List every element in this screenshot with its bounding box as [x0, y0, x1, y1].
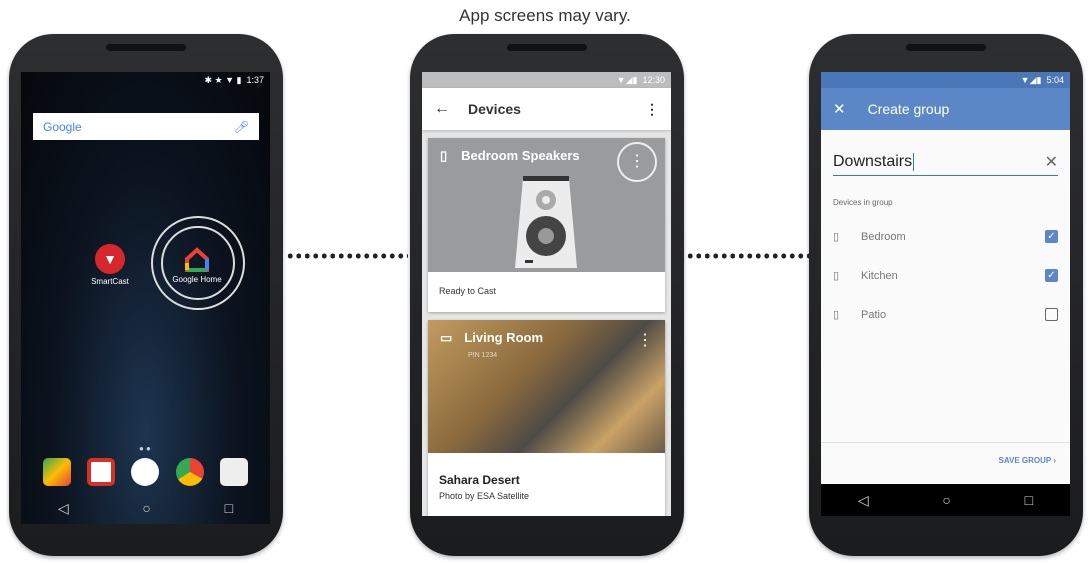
checkbox-unchecked[interactable] — [1045, 308, 1058, 321]
speaker-icon: ▯ — [833, 309, 840, 321]
home-icon[interactable]: ○ — [142, 500, 150, 516]
mic-icon[interactable]: 🎤︎ — [234, 120, 249, 134]
group-name-input[interactable]: Downstairs ✕ — [833, 148, 1058, 176]
home-icon[interactable]: ○ — [942, 492, 950, 508]
toolbar: ← Devices ⋮ — [422, 88, 671, 130]
close-icon[interactable]: ✕ — [833, 100, 846, 118]
app-smartcast[interactable]: ▼ SmartCast — [75, 244, 145, 286]
back-icon[interactable]: ◁ — [858, 492, 869, 509]
device-status: Ready to Cast — [439, 286, 497, 296]
status-bar: ▼◢▮ 5:04 — [821, 72, 1070, 88]
app-drawer-icon[interactable] — [131, 458, 160, 486]
speaker-icon: ▯ — [833, 231, 840, 243]
device-row-bedroom[interactable]: ▯ Bedroom ✓ — [833, 230, 1058, 243]
chrome-icon[interactable] — [175, 458, 204, 486]
back-arrow-icon[interactable]: ← — [434, 100, 450, 118]
google-search-bar[interactable]: Google 🎤︎ — [33, 113, 259, 140]
checkbox-checked[interactable]: ✓ — [1045, 230, 1058, 243]
card-more-button[interactable]: ⋮ — [617, 142, 657, 182]
connector — [686, 252, 810, 260]
gmail-icon[interactable] — [87, 458, 116, 486]
device-row-patio[interactable]: ▯ Patio — [833, 308, 1058, 321]
status-bar: ▼◢▮ 12:30 — [422, 72, 671, 88]
connector — [286, 252, 408, 260]
home-screen: ✱ ★ ▼ ▮ 1:37 Google 🎤︎ ▼ SmartCast Google… — [21, 72, 270, 524]
play-store-icon[interactable] — [219, 458, 248, 486]
nav-bar: ◁ ○ □ — [21, 492, 270, 524]
tv-icon: ▭ — [440, 330, 453, 345]
create-group-screen: ▼◢▮ 5:04 ✕ Create group Downstairs ✕ Devi… — [821, 72, 1070, 516]
google-home-icon — [185, 247, 209, 272]
toolbar: ✕ Create group — [821, 88, 1070, 130]
phone-devices: ▼◢▮ 12:30 ← Devices ⋮ ▯ Bedroom Speakers ⋮… — [410, 34, 684, 556]
page-indicator: ● ● — [139, 444, 151, 453]
google-logo: Google — [43, 119, 82, 134]
page-title: Devices — [468, 101, 521, 117]
recents-icon[interactable]: □ — [1025, 492, 1033, 508]
app-google-home[interactable]: Google Home — [162, 247, 232, 284]
speaker-illustration — [515, 176, 577, 268]
more-icon[interactable]: ⋮ — [645, 101, 659, 118]
caption: App screens may vary. — [459, 6, 631, 25]
speaker-icon: ▯ — [440, 148, 448, 163]
device-card[interactable]: ▭ Living Room PIN 1234 ⋮ Sahara Desert Ph… — [428, 320, 665, 516]
smartcast-icon: ▼ — [95, 244, 125, 274]
phone-home: ✱ ★ ▼ ▮ 1:37 Google 🎤︎ ▼ SmartCast Google… — [9, 34, 283, 556]
device-row-kitchen[interactable]: ▯ Kitchen ✓ — [833, 269, 1058, 282]
back-icon[interactable]: ◁ — [58, 500, 69, 517]
nav-bar: ◁ ○ □ — [821, 484, 1070, 516]
devices-screen: ▼◢▮ 12:30 ← Devices ⋮ ▯ Bedroom Speakers ⋮… — [422, 72, 671, 516]
status-bar: ✱ ★ ▼ ▮ 1:37 — [204, 74, 264, 86]
device-card[interactable]: ▯ Bedroom Speakers ⋮ Ready to Cast — [428, 138, 665, 312]
dock — [21, 458, 270, 486]
maps-icon[interactable] — [43, 458, 72, 486]
save-group-button[interactable]: SAVE GROUP › — [999, 456, 1057, 465]
speaker-icon: ▯ — [833, 270, 840, 282]
clear-icon[interactable]: ✕ — [1045, 152, 1058, 172]
phone-create-group: ▼◢▮ 5:04 ✕ Create group Downstairs ✕ Devi… — [809, 34, 1083, 556]
recents-icon[interactable]: □ — [225, 500, 233, 516]
page-title: Create group — [867, 101, 950, 117]
card-more-button[interactable]: ⋮ — [637, 330, 653, 350]
section-label: Devices in group — [833, 198, 893, 207]
checkbox-checked[interactable]: ✓ — [1045, 269, 1058, 282]
